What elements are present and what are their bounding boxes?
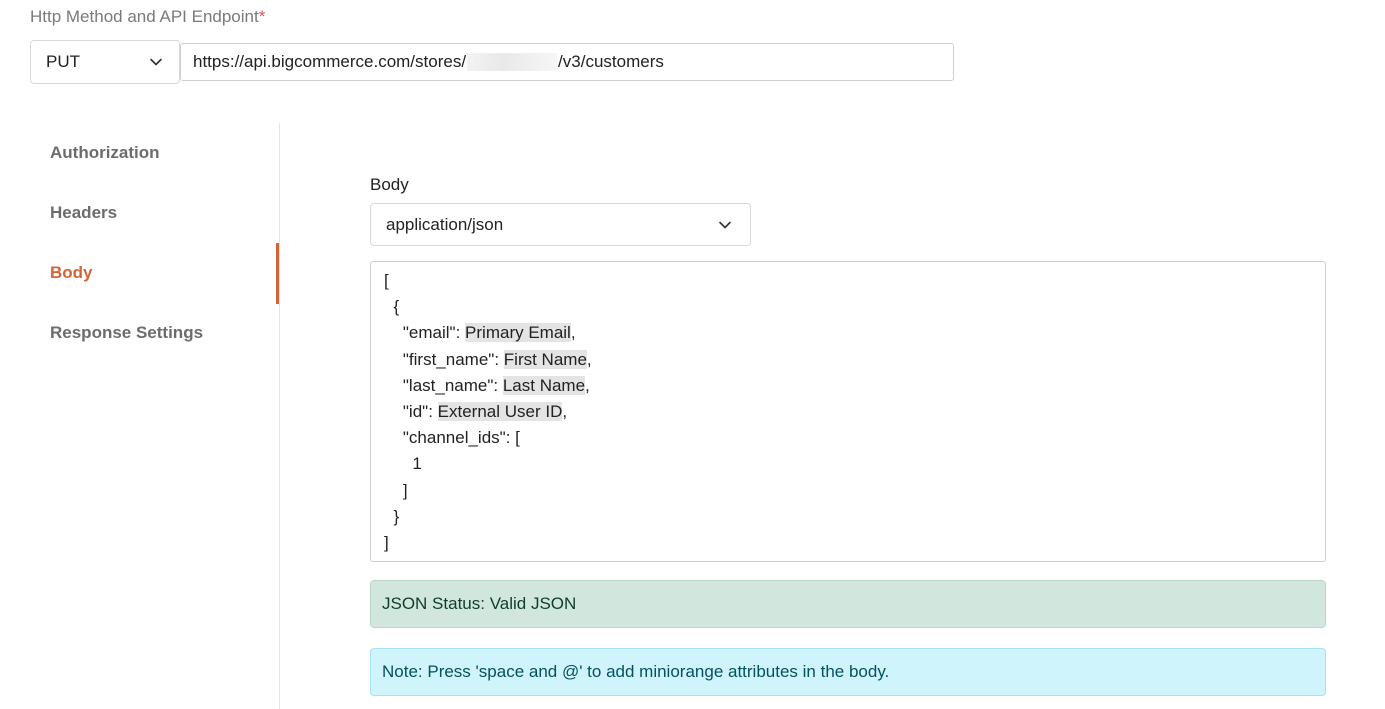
chevron-down-icon (149, 55, 163, 69)
sidebar-item-body[interactable]: Body (50, 263, 93, 283)
editor-line-text: } (384, 506, 400, 526)
editor-line: 1 (384, 451, 1312, 477)
editor-line-text: [ (384, 271, 389, 290)
editor-line-text: 1 (384, 454, 422, 474)
body-label: Body (370, 175, 409, 194)
editor-line-text: "email": (384, 323, 466, 343)
editor-line-text: ] (384, 532, 389, 552)
editor-line-text: "channel_ids": [ (384, 428, 520, 448)
settings-side-nav (0, 123, 280, 709)
editor-line: "channel_ids": [ (384, 425, 1312, 451)
json-status-alert: JSON Status: Valid JSON (370, 580, 1326, 628)
editor-line-tail: , (586, 349, 592, 369)
api-endpoint-input[interactable]: https://api.bigcommerce.com/stores/ /v3/c… (180, 43, 954, 81)
attribute-token[interactable]: First Name (503, 349, 587, 369)
api-config-page: Http Method and API Endpoint* PUT https:… (0, 0, 1385, 709)
editor-line: "last_name": Last Name, (384, 373, 1312, 399)
url-prefix: https://api.bigcommerce.com/stores/ (193, 52, 467, 71)
attribute-note-text: Note: Press 'space and @' to add miniora… (382, 662, 890, 681)
active-tab-indicator (276, 243, 279, 304)
sidebar-item-headers[interactable]: Headers (50, 203, 117, 223)
editor-line-text: "id": (384, 401, 438, 421)
content-type-value: application/json (386, 214, 504, 234)
attribute-note-alert: Note: Press 'space and @' to add miniora… (370, 648, 1326, 696)
editor-line: ] (384, 478, 1312, 504)
attribute-token[interactable]: External User ID (437, 401, 563, 421)
content-type-select[interactable]: application/json (370, 203, 751, 246)
url-suffix: /v3/customers (558, 52, 664, 71)
editor-line: "id": External User ID, (384, 399, 1312, 425)
required-mark: * (258, 7, 266, 26)
editor-line: } (384, 504, 1312, 530)
editor-line-tail: , (562, 401, 568, 421)
chevron-down-icon (718, 218, 732, 232)
http-method-select[interactable]: PUT (30, 40, 180, 84)
editor-line-tail: , (585, 375, 590, 395)
editor-line-text: { (384, 297, 400, 317)
editor-line-text: "last_name": (384, 375, 503, 395)
editor-line: "email": Primary Email, (384, 320, 1312, 346)
side-nav-divider (279, 123, 280, 709)
editor-line: "first_name": First Name, (384, 347, 1312, 373)
editor-line: [ (384, 268, 1312, 294)
editor-line-text: ] (384, 480, 408, 500)
http-method-value: PUT (46, 52, 80, 71)
endpoint-label: Http Method and API Endpoint* (30, 7, 265, 27)
editor-line: { (384, 294, 1312, 320)
editor-line: ] (384, 530, 1312, 556)
editor-line-text: "first_name": (384, 349, 504, 369)
sidebar-item-response-settings[interactable]: Response Settings (50, 323, 203, 343)
redacted-store-hash (467, 53, 558, 71)
attribute-token[interactable]: Primary Email (465, 323, 571, 343)
sidebar-item-authorization[interactable]: Authorization (50, 143, 160, 163)
endpoint-label-text: Http Method and API Endpoint (30, 7, 259, 26)
editor-line-tail: , (570, 323, 576, 343)
json-body-editor[interactable]: [ { "email": Primary Email, "first_name"… (370, 261, 1326, 562)
json-status-text: JSON Status: Valid JSON (382, 594, 577, 613)
attribute-token[interactable]: Last Name (502, 375, 586, 395)
